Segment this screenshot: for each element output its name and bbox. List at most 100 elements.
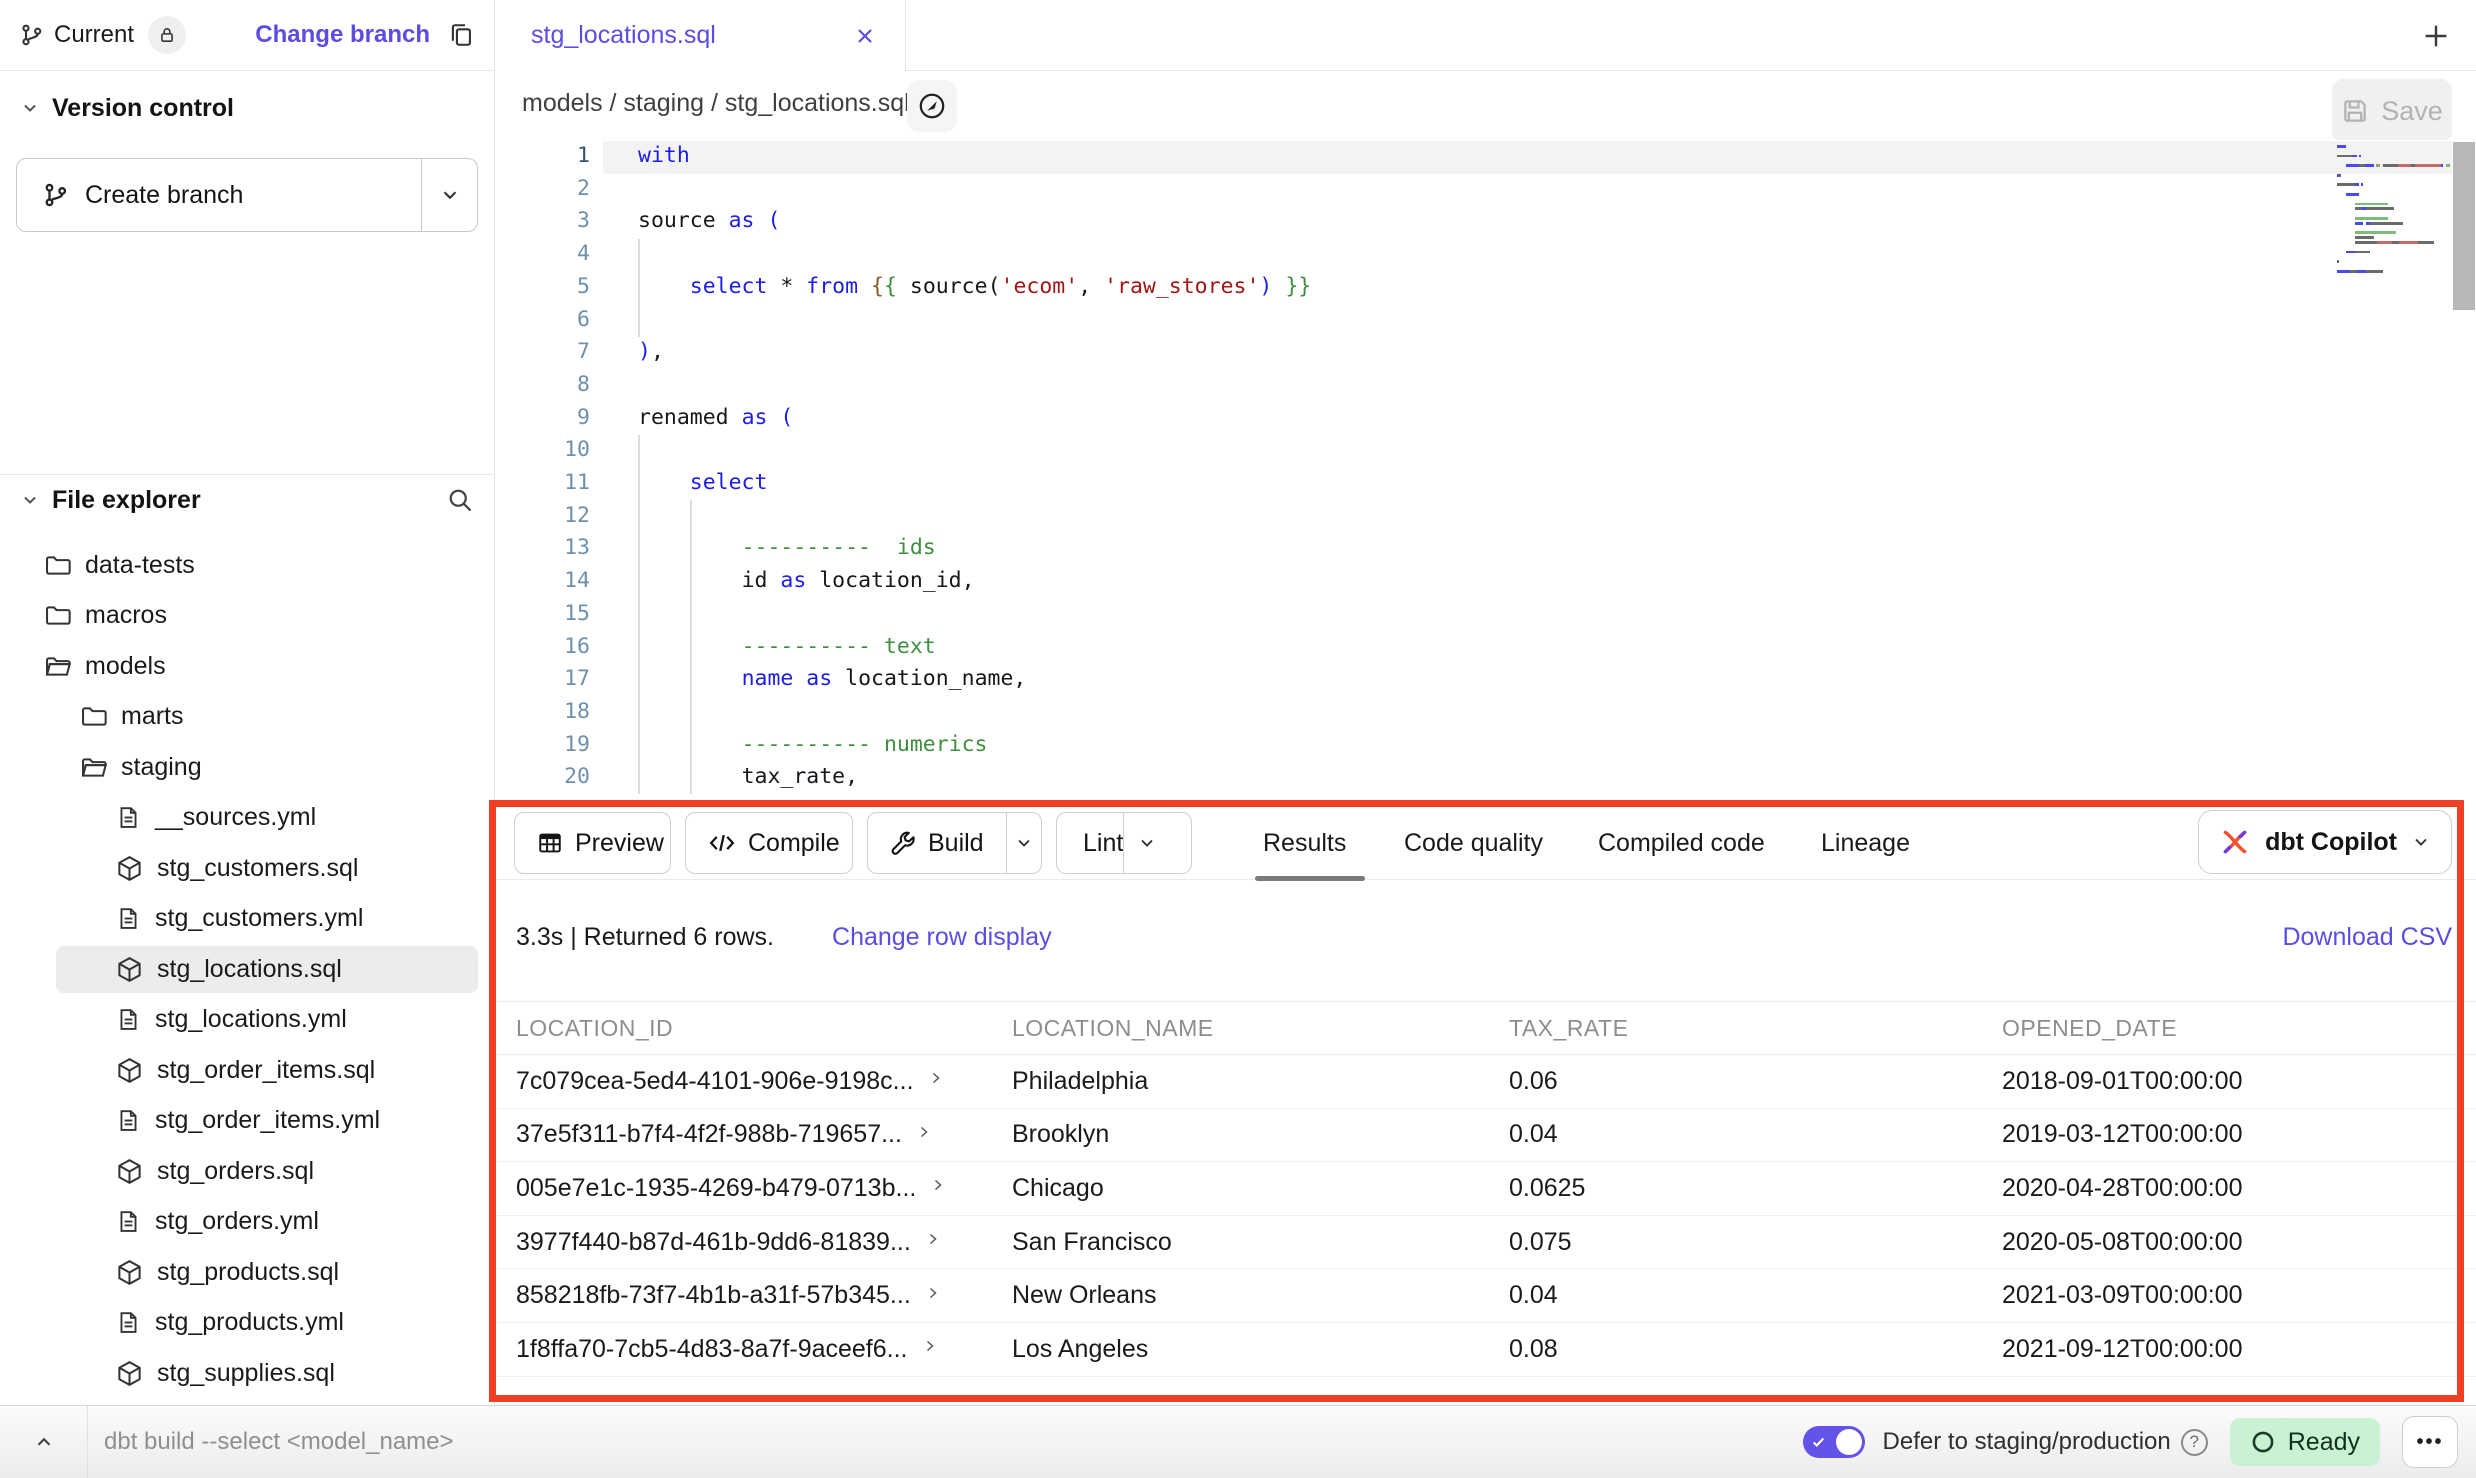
code-line[interactable]: tax_rate, (638, 761, 1311, 794)
code-line[interactable] (638, 238, 1311, 271)
file-item-stg-products-yml[interactable]: stg_products.yml (0, 1298, 494, 1349)
file-item--sources-yml[interactable]: __sources.yml (0, 793, 494, 844)
expand-row-chevron[interactable] (925, 1231, 941, 1247)
code-line[interactable]: ---------- numerics (638, 729, 1311, 762)
build-dropdown[interactable] (1006, 813, 1041, 873)
code-line[interactable] (638, 304, 1311, 337)
file-item-models[interactable]: models (0, 641, 494, 692)
file-item-stg-orders-yml[interactable]: stg_orders.yml (0, 1197, 494, 1248)
file-item-stg-supplies-sql[interactable]: stg_supplies.sql (0, 1348, 494, 1399)
code-line[interactable]: ---------- ids (638, 532, 1311, 565)
code-line[interactable] (638, 369, 1311, 402)
tab-code-quality[interactable]: Code quality (1404, 812, 1543, 874)
code-content[interactable]: with source as ( select * from {{ source… (638, 140, 1311, 794)
expand-row-chevron[interactable] (916, 1124, 932, 1140)
file-item-stg-locations-yml[interactable]: stg_locations.yml (0, 995, 494, 1046)
code-line[interactable] (638, 598, 1311, 631)
navigate-chip[interactable] (907, 80, 957, 132)
file-item-stg-orders-sql[interactable]: stg_orders.sql (0, 1146, 494, 1197)
file-item-stg-order-items-sql[interactable]: stg_order_items.sql (0, 1045, 494, 1096)
search-icon[interactable] (446, 486, 474, 514)
copy-icon[interactable] (448, 22, 474, 48)
tab-results[interactable]: Results (1263, 812, 1346, 874)
code-line[interactable] (638, 173, 1311, 206)
expand-row-chevron[interactable] (928, 1070, 944, 1086)
preview-button[interactable]: Preview (514, 812, 671, 874)
code-line[interactable]: renamed as ( (638, 402, 1311, 435)
table-row: 858218fb-73f7-4b1b-a31f-57b345...New Orl… (495, 1269, 2476, 1323)
model-icon (116, 956, 143, 983)
change-row-display-link[interactable]: Change row display (832, 923, 1052, 952)
table-cell: 0.06 (1509, 1067, 2002, 1096)
current-branch[interactable]: Current (20, 16, 186, 54)
active-tab-underline (1255, 876, 1365, 881)
code-line[interactable] (638, 696, 1311, 729)
help-icon[interactable]: ? (2181, 1429, 2208, 1456)
change-branch-link[interactable]: Change branch (255, 21, 430, 49)
create-branch-button[interactable]: Create branch (16, 158, 478, 232)
lint-button[interactable]: Lint (1056, 812, 1192, 874)
code-line[interactable] (638, 500, 1311, 533)
file-item-marts[interactable]: marts (0, 692, 494, 743)
expand-row-chevron[interactable] (925, 1285, 941, 1301)
location-id-value: 3977f440-b87d-461b-9dd6-81839... (516, 1228, 911, 1257)
table-cell: 2020-04-28T00:00:00 (2002, 1174, 2476, 1203)
column-header[interactable]: LOCATION_NAME (1012, 1015, 1509, 1042)
expand-row-chevron[interactable] (922, 1338, 938, 1354)
new-tab-button[interactable] (2414, 14, 2458, 58)
file-item-data-tests[interactable]: data-tests (0, 540, 494, 591)
model-icon (116, 1360, 143, 1387)
code-line[interactable]: name as location_name, (638, 663, 1311, 696)
code-line[interactable]: select (638, 467, 1311, 500)
code-line[interactable]: with (638, 140, 1311, 173)
file-item-stg-order-items-yml[interactable]: stg_order_items.yml (0, 1096, 494, 1147)
table-cell: 37e5f311-b7f4-4f2f-988b-719657... (516, 1120, 1012, 1149)
code-line[interactable]: ---------- text (638, 631, 1311, 664)
code-line[interactable]: id as location_id, (638, 565, 1311, 598)
create-branch-dropdown[interactable] (421, 159, 477, 231)
version-control-title: Version control (52, 94, 234, 123)
code-line[interactable]: ), (638, 336, 1311, 369)
file-item-stg-products-sql[interactable]: stg_products.sql (0, 1247, 494, 1298)
build-button[interactable]: Build (867, 812, 1042, 874)
file-item-label: stg_customers.sql (157, 854, 358, 883)
more-options-button[interactable]: ••• (2402, 1416, 2458, 1468)
dbt-copilot-button[interactable]: dbt Copilot (2198, 810, 2452, 874)
table-cell: 858218fb-73f7-4b1b-a31f-57b345... (516, 1281, 1012, 1310)
version-control-header[interactable]: Version control (0, 86, 494, 130)
tab-lineage[interactable]: Lineage (1821, 812, 1910, 874)
tab-stg-locations[interactable]: stg_locations.sql (495, 0, 906, 71)
tab-code-quality-label: Code quality (1404, 829, 1543, 858)
code-line[interactable]: source as ( (638, 205, 1311, 238)
command-input[interactable]: dbt build --select <model_name> (104, 1428, 454, 1456)
line-number: 9 (495, 402, 590, 435)
code-line[interactable] (638, 434, 1311, 467)
lint-label: Lint (1083, 829, 1123, 858)
lint-dropdown[interactable] (1123, 813, 1169, 873)
table-cell: 2020-05-08T00:00:00 (2002, 1228, 2476, 1257)
file-item-stg-locations-sql[interactable]: stg_locations.sql (0, 944, 494, 995)
git-branch-icon (43, 182, 69, 208)
save-button[interactable]: Save (2332, 79, 2452, 143)
ready-status-badge[interactable]: Ready (2230, 1418, 2380, 1466)
minimap[interactable] (2337, 144, 2450, 274)
file-explorer-header[interactable]: File explorer (0, 478, 494, 522)
table-cell: 2018-09-01T00:00:00 (2002, 1067, 2476, 1096)
defer-toggle[interactable] (1803, 1426, 1865, 1458)
expand-row-chevron[interactable] (930, 1177, 946, 1193)
scrollbar-thumb[interactable] (2453, 142, 2475, 310)
code-editor[interactable]: 1234567891011121314151617181920 with sou… (495, 140, 2476, 806)
close-icon[interactable] (853, 24, 877, 48)
column-header[interactable]: OPENED_DATE (2002, 1015, 2476, 1042)
file-item-stg-customers-yml[interactable]: stg_customers.yml (0, 894, 494, 945)
compile-button[interactable]: Compile (685, 812, 853, 874)
column-header[interactable]: TAX_RATE (1509, 1015, 2002, 1042)
download-csv-link[interactable]: Download CSV (2282, 923, 2452, 952)
file-item-staging[interactable]: staging (0, 742, 494, 793)
column-header[interactable]: LOCATION_ID (516, 1015, 1012, 1042)
file-item-macros[interactable]: macros (0, 591, 494, 642)
tab-compiled-code[interactable]: Compiled code (1598, 812, 1765, 874)
code-line[interactable]: select * from {{ source('ecom', 'raw_sto… (638, 271, 1311, 304)
file-item-stg-customers-sql[interactable]: stg_customers.sql (0, 843, 494, 894)
collapse-command-bar[interactable] (0, 1406, 88, 1478)
